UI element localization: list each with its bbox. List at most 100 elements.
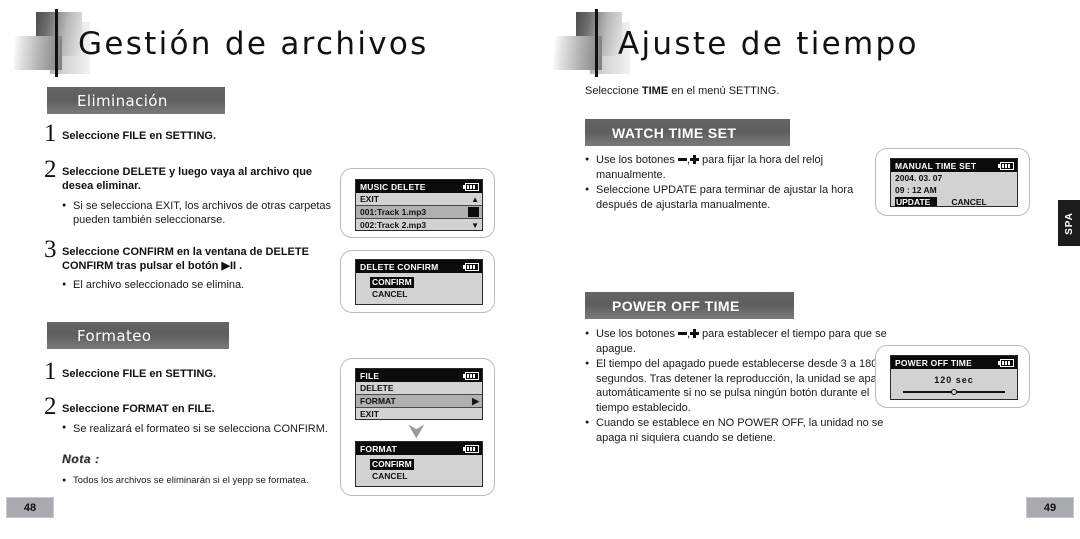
battery-icon xyxy=(998,161,1014,170)
lcd-row[interactable]: DELETE xyxy=(356,382,482,394)
lcd-option-confirm[interactable]: CONFIRM xyxy=(370,277,414,288)
intro-suffix: en el menú SETTING. xyxy=(668,85,780,97)
bullet-item: El tiempo del apagado puede establecerse… xyxy=(585,357,895,415)
scroll-block-icon xyxy=(468,207,479,217)
power-off-slider[interactable] xyxy=(903,389,1005,395)
illustration-frame-music-delete: MUSIC DELETE EXIT ▲ 001:Track 1.mp3 002:… xyxy=(340,168,495,238)
lcd-row-selected[interactable]: FORMAT ▶ xyxy=(356,394,482,408)
lcd-title-text: FILE xyxy=(360,370,380,381)
lcd-titlebar: DELETE CONFIRM xyxy=(356,260,482,273)
section-heading-label: Eliminación xyxy=(77,91,168,110)
step-1-formateo: 1 Seleccione FILE en SETTING. xyxy=(44,359,334,384)
step-number: 1 xyxy=(44,358,57,385)
section-heading-watch-time-set: WATCH TIME SET xyxy=(585,119,790,146)
lcd-format-confirm: FORMAT CONFIRM CANCEL xyxy=(355,441,483,487)
language-tab-label: SPA xyxy=(1063,211,1075,235)
step-text: Seleccione DELETE y luego vaya al archiv… xyxy=(62,166,313,192)
battery-icon xyxy=(463,444,479,453)
watch-time-set-bullets: Use los botones , para fijar la hora del… xyxy=(585,153,885,213)
bullet-item: Seleccione UPDATE para terminar de ajust… xyxy=(585,183,885,212)
lcd-titlebar: FORMAT xyxy=(356,442,482,455)
plus-button-icon xyxy=(690,329,699,338)
lcd-power-off-value: 120 sec xyxy=(934,375,974,385)
lcd-row-label: FORMAT xyxy=(360,396,396,406)
battery-icon xyxy=(463,182,479,191)
step-2-eliminacion: 2 Seleccione DELETE y luego vaya al arch… xyxy=(44,157,334,227)
lcd-titlebar: MANUAL TIME SET xyxy=(891,159,1017,172)
illustration-frame-manual-time-set: MANUAL TIME SET 2004. 03. 07 09 : 12 AM … xyxy=(875,148,1030,216)
bullet-item: Cuando se establece en NO POWER OFF, la … xyxy=(585,416,895,445)
lcd-action-cancel[interactable]: CANCEL xyxy=(951,197,986,206)
lcd-action-row: UPDATE CANCEL xyxy=(891,197,1017,206)
lcd-manual-time-set: MANUAL TIME SET 2004. 03. 07 09 : 12 AM … xyxy=(890,158,1018,207)
bullet-pre: Use los botones xyxy=(596,328,678,340)
lcd-row-selected[interactable]: 001:Track 1.mp3 xyxy=(356,205,482,219)
step-2-formateo: 2 Seleccione FORMAT en FILE. Se realizar… xyxy=(44,394,344,436)
step-text: Seleccione FILE en SETTING. xyxy=(62,368,217,380)
step-text: Seleccione CONFIRM en la ventana de DELE… xyxy=(62,246,309,272)
section-heading-label: POWER OFF TIME xyxy=(612,297,740,314)
lcd-title-text: MUSIC DELETE xyxy=(360,181,426,192)
section-heading-label: Formateo xyxy=(77,326,152,345)
intro-prefix: Seleccione xyxy=(585,85,642,97)
step-3-eliminacion: 3 Seleccione CONFIRM en la ventana de DE… xyxy=(44,237,334,292)
triangle-right-icon: ▶ xyxy=(472,395,479,406)
logo-vertical-bar xyxy=(595,9,598,77)
section-heading-formateo: Formateo xyxy=(47,322,229,349)
lcd-row-label: 002:Track 2.mp3 xyxy=(360,220,427,230)
step-number: 3 xyxy=(44,236,57,263)
slider-knob[interactable] xyxy=(951,389,957,395)
page-title: Gestión de archivos xyxy=(78,26,429,62)
lcd-option-cancel[interactable]: CANCEL xyxy=(370,471,409,482)
lcd-row[interactable]: EXIT ▲ xyxy=(356,193,482,205)
step-text: Seleccione FORMAT en FILE. xyxy=(62,403,215,415)
bullet-pre: Use los botones xyxy=(596,154,678,166)
page-number-left: 48 xyxy=(6,497,54,518)
intro-bold: TIME xyxy=(641,85,669,97)
note-bullet: Todos los archivos se eliminarán si el y… xyxy=(62,474,342,489)
illustration-frame-format-flow: FILE DELETE FORMAT ▶ EXIT ⮟ FORMAT CONFI… xyxy=(340,358,495,496)
note-bullets: Todos los archivos se eliminarán si el y… xyxy=(62,474,342,490)
triangle-up-icon: ▲ xyxy=(471,194,479,204)
lcd-titlebar: MUSIC DELETE xyxy=(356,180,482,193)
lcd-file-menu: FILE DELETE FORMAT ▶ EXIT xyxy=(355,368,483,420)
illustration-frame-delete-confirm: DELETE CONFIRM CONFIRM CANCEL xyxy=(340,250,495,313)
lcd-music-delete: MUSIC DELETE EXIT ▲ 001:Track 1.mp3 002:… xyxy=(355,179,483,231)
language-tab: SPA xyxy=(1058,200,1080,246)
right-page: Ajuste de tiempo Seleccione TIME en el m… xyxy=(540,0,1080,539)
page-number-right: 49 xyxy=(1026,497,1074,518)
battery-icon xyxy=(463,371,479,380)
arrow-down-icon: ⮟ xyxy=(408,421,425,443)
step-text: Seleccione FILE en SETTING. xyxy=(62,130,217,142)
power-off-time-bullets: Use los botones , para establecer el tie… xyxy=(585,327,895,446)
lcd-action-update[interactable]: UPDATE xyxy=(895,197,938,206)
illustration-frame-power-off-time: POWER OFF TIME 120 sec xyxy=(875,345,1030,408)
plus-button-icon xyxy=(690,155,699,164)
bullet-item: Use los botones , para establecer el tie… xyxy=(585,327,895,356)
lcd-row[interactable]: EXIT xyxy=(356,408,482,419)
step-number: 1 xyxy=(44,120,57,147)
lcd-title-text: DELETE CONFIRM xyxy=(360,261,439,272)
lcd-options: CONFIRM CANCEL xyxy=(356,455,482,483)
battery-icon xyxy=(998,358,1014,367)
lcd-row-label: 001:Track 1.mp3 xyxy=(360,207,427,217)
lcd-date-value[interactable]: 2004. 03. 07 xyxy=(891,172,1017,184)
logo-vertical-bar xyxy=(55,9,58,77)
step-number: 2 xyxy=(44,393,57,420)
lcd-row-label: EXIT xyxy=(360,409,379,419)
lcd-option-confirm[interactable]: CONFIRM xyxy=(370,459,414,470)
triangle-down-icon: ▼ xyxy=(471,220,479,230)
lcd-power-off-time: POWER OFF TIME 120 sec xyxy=(890,355,1018,400)
section-heading-eliminacion: Eliminación xyxy=(47,87,225,114)
note-title: Nota : xyxy=(62,452,100,466)
step-bullet: Se realizará el formateo si se seleccion… xyxy=(62,421,344,436)
minus-button-icon xyxy=(677,158,687,161)
lcd-option-cancel[interactable]: CANCEL xyxy=(370,289,409,300)
step-bullet: El archivo seleccionado se elimina. xyxy=(62,278,334,292)
lcd-row[interactable]: 002:Track 2.mp3 ▼ xyxy=(356,219,482,230)
battery-icon xyxy=(463,262,479,271)
step-bullet: Si se selecciona EXIT, los archivos de o… xyxy=(62,199,334,227)
lcd-time-value[interactable]: 09 : 12 AM xyxy=(891,184,1017,196)
lcd-options: CONFIRM CANCEL xyxy=(356,273,482,301)
step-number: 2 xyxy=(44,156,57,183)
